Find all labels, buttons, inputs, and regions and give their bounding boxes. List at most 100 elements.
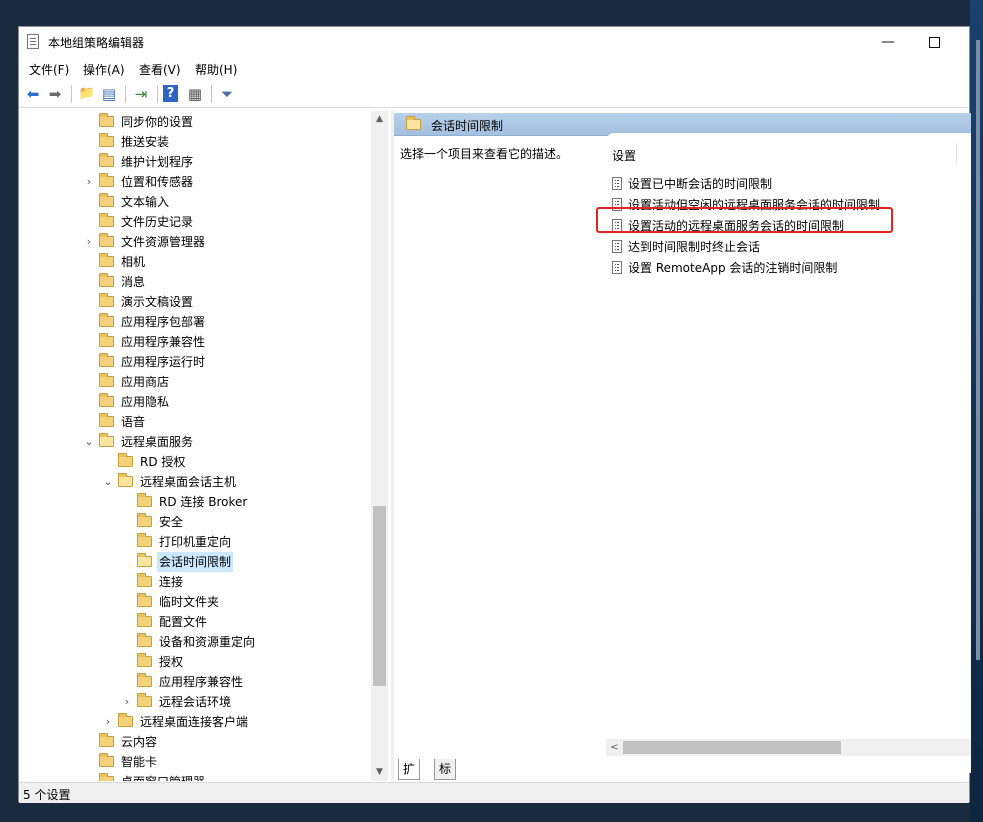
tree-item-label: 文本输入 bbox=[121, 195, 170, 209]
title-bar[interactable]: 本地组策略编辑器 — bbox=[19, 27, 969, 57]
policy-setting-icon bbox=[612, 261, 622, 274]
toolbar-separator bbox=[211, 85, 212, 103]
folder-icon bbox=[137, 633, 152, 647]
tree-item-label: 云内容 bbox=[121, 735, 158, 749]
properties-icon[interactable]: ▦ bbox=[185, 84, 205, 104]
description-text: 选择一个项目来查看它的描述。 bbox=[400, 147, 569, 161]
export-list-icon[interactable]: ⇥ bbox=[131, 84, 151, 104]
filter-icon[interactable]: ⏷ bbox=[217, 84, 237, 104]
help-icon[interactable]: ? bbox=[163, 85, 178, 102]
folder-icon bbox=[99, 153, 114, 167]
chevron-right-icon[interactable]: › bbox=[84, 232, 94, 252]
tree-item-label: 会话时间限制 bbox=[157, 552, 234, 572]
tree-item-label: 远程桌面连接客户端 bbox=[140, 715, 249, 729]
folder-icon bbox=[99, 293, 114, 307]
maximize-button[interactable] bbox=[911, 27, 957, 57]
menu-help[interactable]: 帮助(H) bbox=[195, 61, 237, 78]
policy-label: 达到时间限制时终止会话 bbox=[628, 240, 761, 254]
column-header-setting[interactable]: 设置 bbox=[612, 147, 636, 164]
policy-label: 设置 RemoteApp 会话的注销时间限制 bbox=[628, 261, 838, 275]
folder-icon bbox=[99, 313, 114, 327]
toolbar: ⬅ ➡ 📁 ▤ ⇥ ? ▦ ⏷ bbox=[19, 81, 969, 108]
toolbar-separator bbox=[71, 85, 72, 103]
folder-icon bbox=[99, 173, 114, 187]
back-icon[interactable]: ⬅ bbox=[23, 84, 43, 104]
tree-item-label: 设备和资源重定向 bbox=[159, 635, 256, 649]
tree-item-label: 文件历史记录 bbox=[121, 215, 194, 229]
folder-icon bbox=[99, 413, 114, 427]
chevron-right-icon[interactable]: › bbox=[122, 692, 132, 712]
chevron-down-icon[interactable]: ⌄ bbox=[103, 472, 113, 492]
folder-icon bbox=[137, 613, 152, 627]
highlight-annotation bbox=[596, 207, 893, 233]
scroll-down-icon[interactable]: ▼ bbox=[371, 764, 388, 781]
chevron-right-icon[interactable]: › bbox=[103, 712, 113, 732]
details-pane: 会话时间限制 选择一个项目来查看它的描述。 设置 设置已中断会话的时间限制 设置… bbox=[394, 111, 971, 781]
folder-icon bbox=[137, 593, 152, 607]
folder-icon bbox=[137, 493, 152, 507]
tree-item-label: 消息 bbox=[121, 275, 146, 289]
folder-icon bbox=[137, 653, 152, 667]
menu-file[interactable]: 文件(F) bbox=[29, 61, 69, 78]
up-one-level-icon[interactable]: 📁 bbox=[77, 84, 97, 104]
tree-item-label: 应用程序兼容性 bbox=[121, 335, 206, 349]
chevron-down-icon[interactable]: ⌄ bbox=[84, 432, 94, 452]
tree-item-label: 应用隐私 bbox=[121, 395, 170, 409]
status-text: 5 个设置 bbox=[23, 788, 71, 802]
scroll-up-icon[interactable]: ▲ bbox=[371, 111, 388, 128]
chevron-right-icon[interactable]: › bbox=[84, 172, 94, 192]
folder-icon bbox=[99, 733, 114, 747]
tab-standard[interactable]: 标准 bbox=[434, 759, 457, 796]
column-separator[interactable] bbox=[956, 143, 957, 163]
folder-open-icon bbox=[137, 553, 152, 567]
scroll-thumb[interactable] bbox=[373, 506, 386, 686]
folder-icon bbox=[118, 453, 133, 467]
desktop-edge bbox=[976, 40, 980, 660]
tree-item-label: 临时文件夹 bbox=[159, 595, 220, 609]
tree-item-label: 智能卡 bbox=[121, 755, 158, 769]
tree-item-label: 应用程序包部署 bbox=[121, 315, 206, 329]
tree-item-label: 打印机重定向 bbox=[159, 535, 232, 549]
minimize-button[interactable]: — bbox=[865, 27, 911, 57]
tab-extended[interactable]: 扩展 bbox=[398, 759, 421, 796]
menu-view[interactable]: 查看(V) bbox=[139, 61, 181, 78]
folder-icon bbox=[99, 393, 114, 407]
folder-icon bbox=[137, 673, 152, 687]
folder-icon bbox=[118, 713, 133, 727]
show-hide-tree-icon[interactable]: ▤ bbox=[99, 84, 119, 104]
folder-icon bbox=[137, 573, 152, 587]
menu-bar: 文件(F) 操作(A) 查看(V) 帮助(H) bbox=[19, 58, 969, 79]
tree-item-label: RD 授权 bbox=[140, 455, 186, 469]
folder-icon bbox=[99, 753, 114, 767]
tree-item-label: 相机 bbox=[121, 255, 146, 269]
folder-open-icon bbox=[118, 473, 133, 487]
tree-item-label: 应用程序运行时 bbox=[121, 355, 206, 369]
forward-icon[interactable]: ➡ bbox=[45, 84, 65, 104]
tree-pane: 同步你的设置 推送安装 维护计划程序 › 位置和传感器 文本输入 文件历史记录 › 文件资源管理… bbox=[19, 111, 389, 781]
app-icon bbox=[27, 34, 39, 49]
folder-open-icon bbox=[406, 116, 421, 130]
tree-item-label: 推送安装 bbox=[121, 135, 170, 149]
toolbar-separator bbox=[157, 85, 158, 103]
scroll-left-icon[interactable]: < bbox=[606, 739, 623, 756]
folder-icon bbox=[99, 253, 114, 267]
horizontal-scrollbar[interactable]: < bbox=[606, 739, 971, 756]
menu-action[interactable]: 操作(A) bbox=[83, 61, 125, 78]
folder-open-icon bbox=[99, 433, 114, 447]
tree-item-label: 远程桌面会话主机 bbox=[140, 475, 237, 489]
folder-icon bbox=[99, 773, 114, 781]
folder-icon bbox=[99, 113, 114, 127]
tree-item-label: 同步你的设置 bbox=[121, 115, 194, 129]
tree-scrollbar[interactable]: ▲ ▼ bbox=[371, 111, 388, 781]
toolbar-separator bbox=[125, 85, 126, 103]
folder-icon bbox=[99, 193, 114, 207]
scroll-thumb[interactable] bbox=[623, 741, 841, 754]
group-policy-editor-window: 本地组策略编辑器 — 文件(F) 操作(A) 查看(V) 帮助(H) ⬅ ➡ 📁… bbox=[18, 26, 971, 803]
policy-setting-icon bbox=[612, 177, 622, 190]
window-title: 本地组策略编辑器 bbox=[48, 36, 145, 50]
folder-icon bbox=[99, 213, 114, 227]
folder-icon bbox=[99, 333, 114, 347]
tree-item-label: RD 连接 Broker bbox=[159, 495, 248, 509]
tree-item-label: 语音 bbox=[121, 415, 146, 429]
policy-setting-icon bbox=[612, 240, 622, 253]
